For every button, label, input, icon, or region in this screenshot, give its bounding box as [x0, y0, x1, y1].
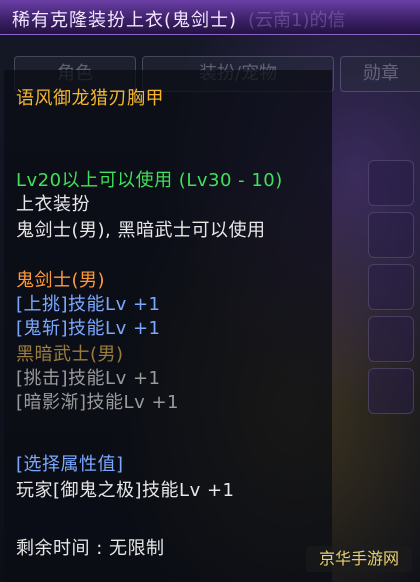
window-title: 稀有克隆装扮上衣(鬼剑士) [12, 10, 238, 31]
skill-bonus: [上挑]技能Lv +1 [16, 294, 161, 315]
equipment-slot[interactable] [368, 160, 414, 206]
equipment-slot[interactable] [368, 316, 414, 362]
equipment-slot[interactable] [368, 212, 414, 258]
player-skill-bonus: 玩家[御鬼之极]技能Lv +1 [16, 480, 235, 501]
level-requirement: Lv20以上可以使用 (Lv30 - 10) [16, 170, 283, 191]
item-tooltip-screen: 稀有克隆装扮上衣(鬼剑士) (云南1)的信 角色 装扮/宠物 勋章 语风御龙猎刃… [0, 0, 420, 582]
class-name-slayer: 鬼剑士(男) [16, 270, 106, 291]
class-name-dark-knight: 黑暗武士(男) [16, 344, 124, 365]
select-attribute-label: [选择属性值] [16, 454, 124, 475]
skill-bonus: [鬼斩]技能Lv +1 [16, 318, 161, 339]
site-watermark: 京华手游网 [306, 546, 412, 572]
slot-type: 上衣装扮 [16, 194, 90, 215]
title-bar: 稀有克隆装扮上衣(鬼剑士) (云南1)的信 [0, 0, 420, 35]
equipment-slot[interactable] [368, 368, 414, 414]
background-window-title: (云南1)的信 [248, 10, 346, 31]
usable-classes: 鬼剑士(男), 黑暗武士可以使用 [16, 220, 266, 241]
skill-bonus: [暗影渐]技能Lv +1 [16, 392, 179, 413]
tab-medal[interactable]: 勋章 [340, 56, 420, 92]
equipment-slot[interactable] [368, 264, 414, 310]
character-artwork [330, 150, 420, 580]
time-remaining: 剩余时间 : 无限制 [16, 538, 165, 559]
skill-bonus: [挑击]技能Lv +1 [16, 368, 161, 389]
item-name: 语风御龙猎刃胸甲 [16, 88, 164, 109]
item-tooltip: 语风御龙猎刃胸甲 Lv20以上可以使用 (Lv30 - 10) 上衣装扮 鬼剑士… [4, 70, 332, 582]
